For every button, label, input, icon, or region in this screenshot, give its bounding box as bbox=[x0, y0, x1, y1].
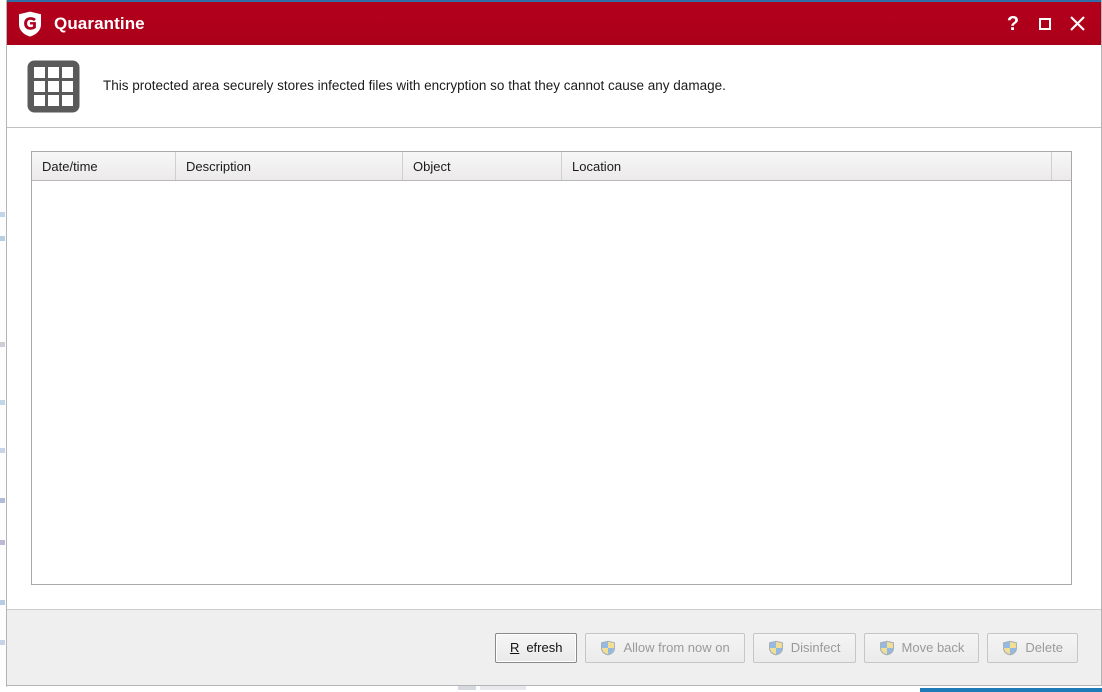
refresh-accel-letter: R bbox=[510, 640, 519, 655]
allow-from-now-on-label: Allow from now on bbox=[623, 640, 729, 655]
window-title: Quarantine bbox=[54, 14, 145, 34]
background-artifact bbox=[0, 400, 5, 405]
background-artifact bbox=[0, 236, 5, 241]
table-header-row: Date/time Description Object Location bbox=[32, 152, 1071, 181]
help-button[interactable]: ? bbox=[997, 8, 1029, 40]
background-artifact bbox=[0, 600, 5, 605]
column-header-extra[interactable] bbox=[1052, 152, 1071, 180]
question-mark-icon: ? bbox=[1007, 14, 1019, 34]
refresh-button[interactable]: Refresh bbox=[495, 633, 578, 663]
titlebar[interactable]: Quarantine ? bbox=[7, 0, 1101, 45]
delete-label: Delete bbox=[1025, 640, 1063, 655]
quarantine-dialog: Quarantine ? bbox=[6, 0, 1102, 686]
background-artifact bbox=[0, 540, 5, 545]
background-artifact bbox=[480, 686, 526, 690]
column-header-date-time[interactable]: Date/time bbox=[32, 152, 176, 180]
disinfect-label: Disinfect bbox=[791, 640, 841, 655]
background-artifact bbox=[0, 498, 5, 503]
column-header-location[interactable]: Location bbox=[562, 152, 1052, 180]
info-description: This protected area securely stores infe… bbox=[103, 77, 726, 95]
column-header-description[interactable]: Description bbox=[176, 152, 403, 180]
move-back-label: Move back bbox=[902, 640, 965, 655]
table-body-empty[interactable] bbox=[32, 181, 1071, 584]
column-header-object[interactable]: Object bbox=[403, 152, 562, 180]
close-button[interactable] bbox=[1061, 8, 1093, 40]
content-area: Date/time Description Object Location bbox=[7, 128, 1101, 609]
background-window-accent-bar bbox=[920, 688, 1102, 692]
gdata-shield-icon bbox=[18, 11, 42, 37]
uac-shield-icon bbox=[600, 640, 616, 656]
allow-from-now-on-button[interactable]: Allow from now on bbox=[585, 633, 744, 663]
disinfect-button[interactable]: Disinfect bbox=[753, 633, 856, 663]
quarantine-table[interactable]: Date/time Description Object Location bbox=[31, 151, 1072, 585]
uac-shield-icon bbox=[1002, 640, 1018, 656]
background-artifact bbox=[458, 686, 476, 690]
footer-button-bar: Refresh Allow from now on bbox=[7, 609, 1101, 685]
maximize-square-icon bbox=[1039, 18, 1051, 30]
uac-shield-icon bbox=[879, 640, 895, 656]
refresh-label-rest: efresh bbox=[526, 640, 562, 655]
uac-shield-icon bbox=[768, 640, 784, 656]
grid-squares-icon bbox=[26, 59, 81, 114]
window-controls: ? bbox=[997, 8, 1101, 40]
move-back-button[interactable]: Move back bbox=[864, 633, 980, 663]
background-artifact bbox=[0, 342, 5, 347]
background-artifact bbox=[0, 640, 5, 645]
background-artifact bbox=[0, 212, 5, 217]
info-banner: This protected area securely stores infe… bbox=[7, 45, 1101, 128]
delete-button[interactable]: Delete bbox=[987, 633, 1078, 663]
maximize-button[interactable] bbox=[1029, 8, 1061, 40]
background-artifact bbox=[0, 448, 5, 453]
close-x-icon bbox=[1070, 16, 1085, 31]
